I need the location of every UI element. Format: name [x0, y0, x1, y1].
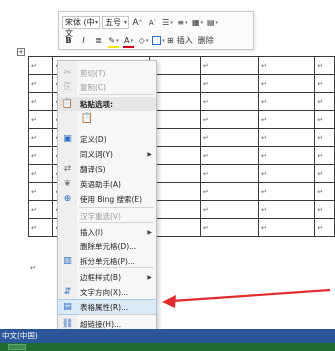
language-indicator[interactable]: 中文(中国) — [2, 331, 38, 340]
arrow-shaft — [171, 288, 331, 303]
taskbar — [0, 343, 335, 351]
annotation-arrow — [162, 288, 331, 308]
arrow-head — [162, 295, 176, 308]
taskbar-button[interactable] — [8, 344, 26, 350]
status-bar: 中文(中国) — [0, 329, 335, 343]
